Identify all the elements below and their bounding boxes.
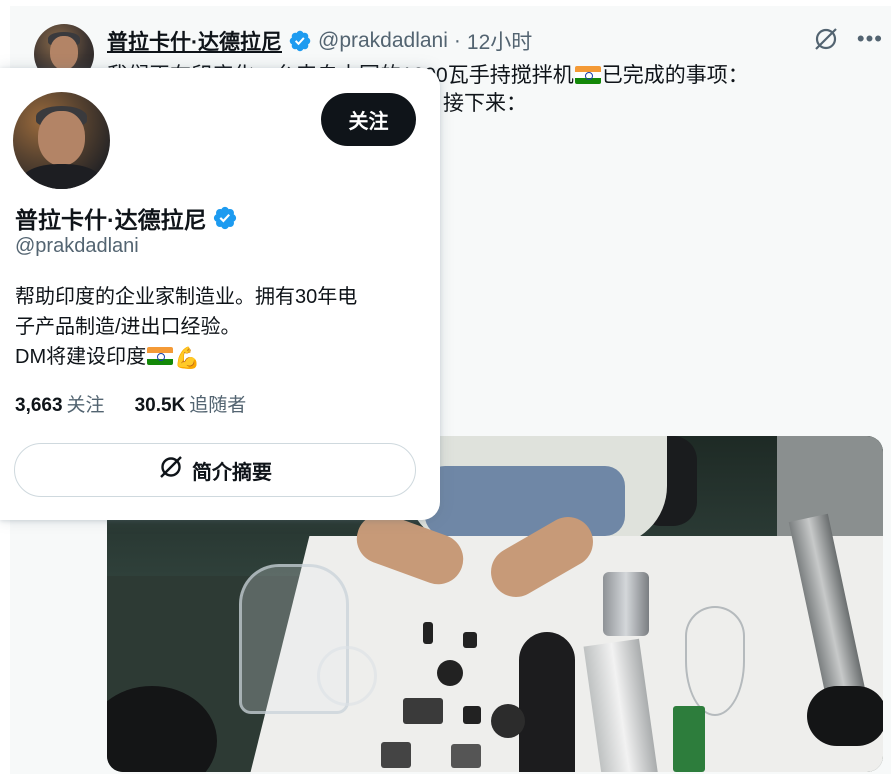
verified-badge-icon[interactable]: [288, 29, 312, 53]
tweet-header: 普拉卡什·达德拉尼 @prakdadlani · 12小时: [107, 26, 532, 56]
tweet-author-handle[interactable]: @prakdadlani: [318, 29, 448, 53]
more-icon[interactable]: •••: [857, 28, 883, 50]
india-flag-icon: [574, 66, 601, 84]
bio-line: DM将建设印度 💪: [15, 346, 201, 370]
bio-line: 子产品制造/进出口经验。: [15, 316, 241, 338]
following-label: 关注: [66, 395, 105, 416]
bio-line: 帮助印度的企业家制造业。拥有30年电: [15, 286, 358, 308]
profile-handle[interactable]: @prakdadlani: [15, 235, 139, 258]
follow-button[interactable]: 关注: [321, 93, 416, 146]
followers-count: 30.5K: [134, 395, 186, 416]
profile-name-row: 普拉卡什·达德拉尼: [15, 201, 238, 235]
tweet-actions: •••: [813, 26, 883, 52]
grok-icon: [158, 454, 184, 486]
summary-button-label: 简介摘要: [192, 461, 272, 484]
separator-dot: ·: [453, 29, 461, 52]
grok-icon[interactable]: [813, 26, 839, 52]
followers-label: 追随者: [189, 395, 247, 416]
following-stat[interactable]: 3,663 关注: [15, 390, 105, 417]
india-flag-icon: [147, 347, 174, 365]
following-count: 3,663: [15, 395, 63, 416]
profile-avatar[interactable]: [13, 92, 110, 189]
followers-stat[interactable]: 30.5K 追随者: [135, 390, 247, 417]
tweet-timestamp[interactable]: 12小时: [467, 26, 532, 56]
profile-hover-card: 关注 普拉卡什·达德拉尼 @prakdadlani 帮助印度的企业家制造业。拥有…: [0, 68, 440, 520]
profile-name[interactable]: 普拉卡什·达德拉尼: [15, 201, 207, 235]
profile-summary-button[interactable]: 简介摘要: [14, 443, 416, 497]
verified-badge-icon[interactable]: [212, 205, 238, 231]
tweet-author-name[interactable]: 普拉卡什·达德拉尼: [107, 26, 282, 56]
page: 普拉卡什·达德拉尼 @prakdadlani · 12小时 ••• 我们正在印度: [0, 0, 891, 774]
profile-bio: 帮助印度的企业家制造业。拥有30年电 子产品制造/进出口经验。 DM将建设印度 💪: [15, 282, 415, 372]
flexed-biceps-icon: 💪: [174, 346, 201, 370]
profile-stats: 3,663 关注 30.5K 追随者: [15, 390, 246, 417]
